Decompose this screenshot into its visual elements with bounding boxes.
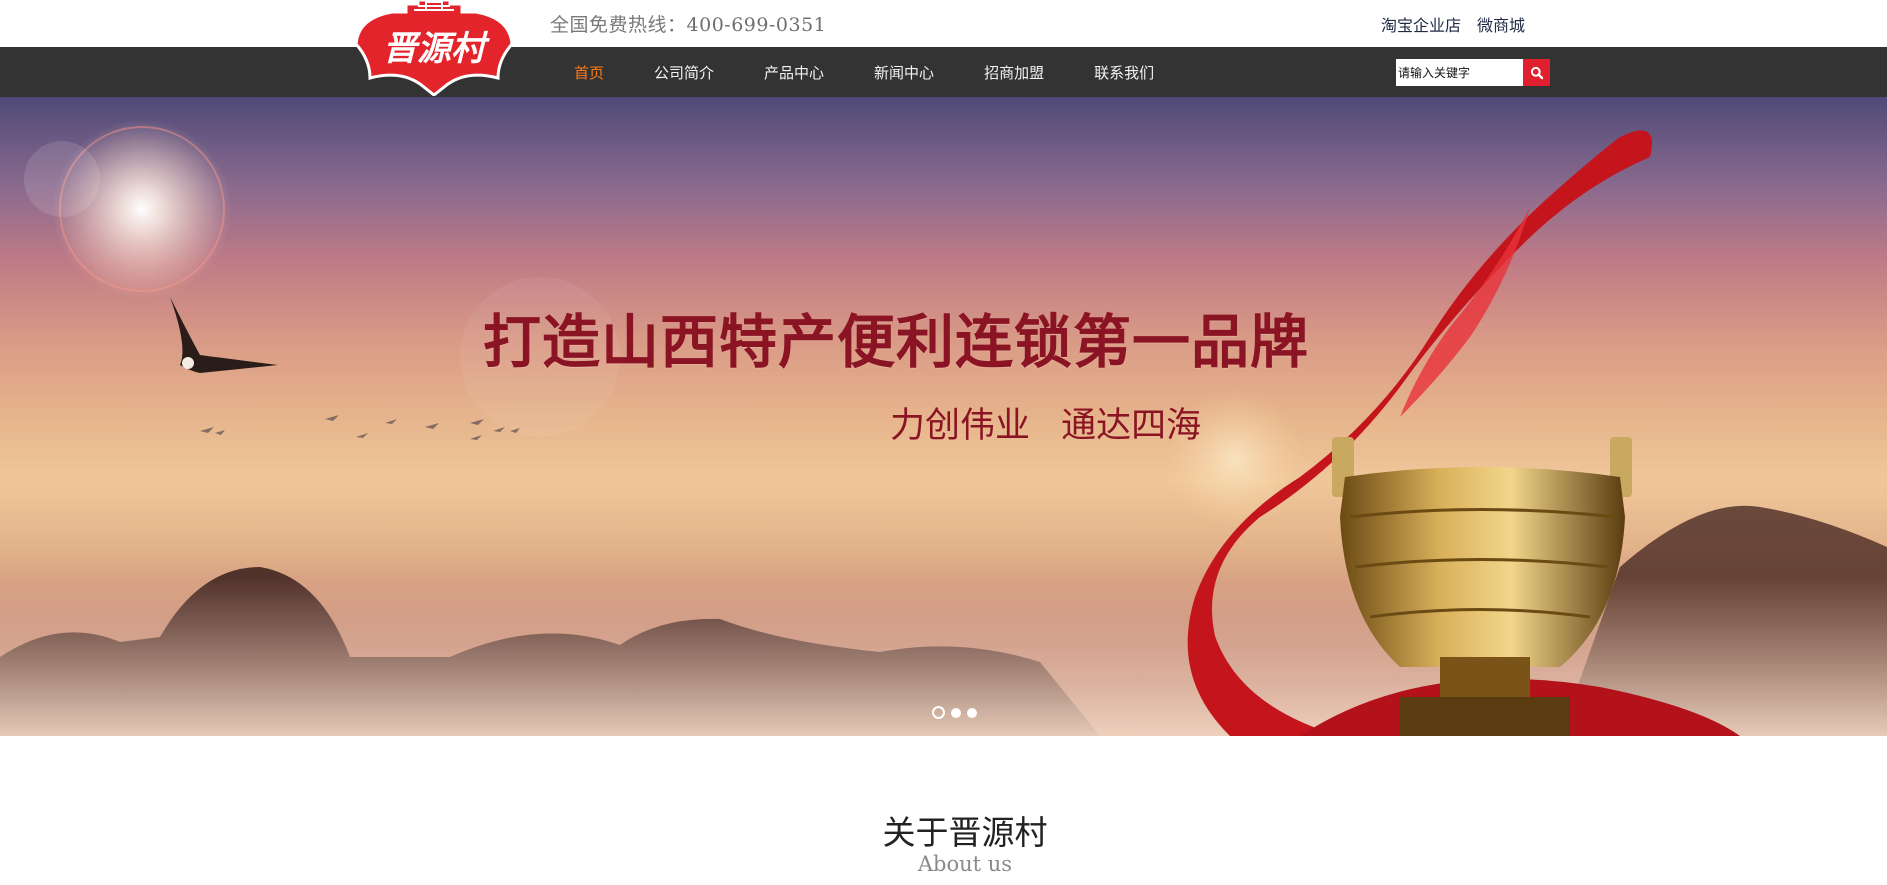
about-title: 关于晋源村 [882, 813, 1048, 852]
slide-dot-2[interactable] [951, 707, 961, 718]
nav-item-contact[interactable]: 联系我们 [1094, 62, 1154, 83]
search-input[interactable] [1396, 59, 1523, 86]
nav-bar: 首页 公司简介 产品中心 新闻中心 招商加盟 联系我们 [0, 47, 1887, 97]
logo-text: 晋源村 [383, 29, 490, 69]
nav-item-products[interactable]: 产品中心 [764, 62, 824, 83]
search-button[interactable] [1523, 59, 1550, 86]
top-bar: 全国免费热线：400-699-0351 淘宝企业店 微商城 [0, 0, 1887, 47]
nav-item-home[interactable]: 首页 [574, 62, 604, 83]
search-icon [1530, 66, 1543, 79]
eagle-icon [170, 297, 278, 373]
about-subtitle: About us [917, 852, 1013, 876]
hotline: 全国免费热线：400-699-0351 [550, 10, 826, 37]
main-nav: 首页 公司简介 产品中心 新闻中心 招商加盟 联系我们 [574, 47, 1204, 97]
nav-item-franchise[interactable]: 招商加盟 [984, 62, 1044, 83]
hotline-number: 400-699-0351 [686, 14, 827, 36]
slider-dots [932, 706, 977, 719]
banner-subtitle: 力创伟业 通达四海 [890, 406, 1202, 446]
nav-item-news[interactable]: 新闻中心 [874, 62, 934, 83]
hotline-label: 全国免费热线： [550, 14, 687, 36]
taobao-store-link[interactable]: 淘宝企业店 [1381, 16, 1461, 35]
top-links: 淘宝企业店 微商城 [1381, 12, 1541, 36]
logo[interactable]: 晋源村 [348, 0, 520, 97]
logo-emblem-icon: 晋源村 [354, 0, 514, 97]
micro-mall-link[interactable]: 微商城 [1477, 16, 1525, 35]
banner-title: 打造山西特产便利连锁第一品牌 [483, 308, 1310, 376]
hero-banner[interactable]: 打造山西特产便利连锁第一品牌 力创伟业 通达四海 [0, 97, 1887, 736]
nav-item-company[interactable]: 公司简介 [654, 62, 714, 83]
slide-dot-1[interactable] [932, 706, 945, 719]
slide-dot-3[interactable] [967, 707, 977, 718]
